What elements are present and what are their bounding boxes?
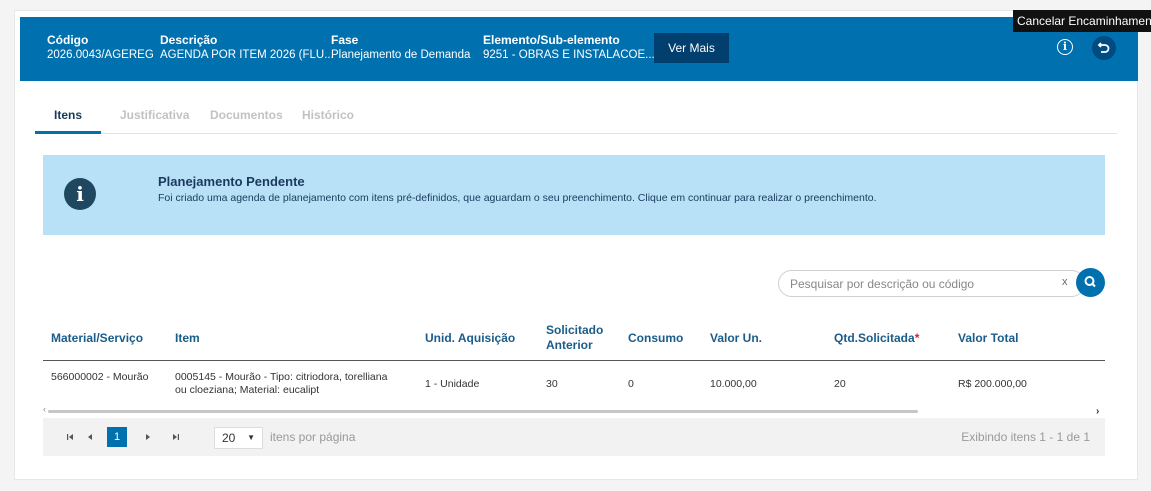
col-unid[interactable]: Unid. Aquisição	[425, 331, 515, 346]
col-valor-total[interactable]: Valor Total	[958, 331, 1018, 346]
col-material[interactable]: Material/Serviço	[51, 331, 143, 346]
page-size-value: 20	[222, 431, 236, 445]
search-box: x	[778, 270, 1085, 297]
col-solicitado-anterior[interactable]: Solicitado Anterior	[546, 323, 616, 353]
qtd-header-label: Qtd.Solicitada	[834, 331, 915, 345]
clear-search-icon[interactable]: x	[1062, 276, 1068, 288]
codigo-field: Código 2026.0043/AGEREG	[47, 33, 154, 63]
page-1-button[interactable]: 1	[107, 427, 127, 447]
per-page-label: itens por página	[270, 430, 356, 444]
elemento-field: Elemento/Sub-elemento 9251 - OBRAS E INS…	[483, 33, 655, 63]
tab-documentos[interactable]: Documentos	[210, 108, 283, 122]
col-valor-un[interactable]: Valor Un.	[710, 331, 762, 346]
fase-value: Planejamento de Demanda	[331, 49, 471, 61]
tab-bar: Itens Justificativa Documentos Histórico	[35, 100, 1117, 134]
cell-item: 0005145 - Mourão - Tipo: citriodora, tor…	[175, 371, 388, 396]
active-tab-indicator	[35, 131, 101, 134]
agenda-header: Código 2026.0043/AGEREG Descrição AGENDA…	[20, 17, 1138, 81]
codigo-value: 2026.0043/AGEREG	[47, 49, 154, 61]
descricao-label: Descrição	[160, 33, 218, 47]
required-marker: *	[914, 331, 920, 345]
cell-material: 566000002 - Mourão	[51, 371, 149, 383]
prev-page-icon	[88, 434, 92, 440]
search-icon	[1084, 276, 1096, 288]
scroll-left-arrow[interactable]: ‹	[43, 404, 46, 414]
descricao-value: AGENDA POR ITEM 2026 (FLU...	[160, 49, 334, 61]
prev-page-button[interactable]	[81, 428, 99, 446]
first-page-button[interactable]	[61, 428, 79, 446]
codigo-label: Código	[47, 33, 89, 47]
pagination-bar: 1 20 ▼ itens por página Exibindo itens 1…	[43, 418, 1105, 456]
cancel-forward-tooltip: Cancelar Encaminhamento	[1013, 10, 1151, 32]
cell-unid: 1 - Unidade	[425, 378, 480, 390]
info-icon[interactable]: i	[1057, 39, 1073, 55]
col-item[interactable]: Item	[175, 331, 200, 346]
page-size-select[interactable]: 20 ▼	[214, 427, 263, 449]
cell-valor-un: 10.000,00	[710, 378, 757, 390]
showing-count: Exibindo itens 1 - 1 de 1	[961, 430, 1090, 444]
fase-field: Fase Planejamento de Demanda	[331, 33, 470, 63]
search-input[interactable]	[790, 275, 1050, 293]
table-header-divider	[43, 360, 1105, 361]
descricao-field: Descrição AGENDA POR ITEM 2026 (FLU...	[160, 33, 334, 63]
fase-label: Fase	[331, 33, 359, 47]
last-page-button[interactable]	[167, 428, 185, 446]
info-circle-icon: i	[64, 178, 96, 210]
cell-qtd[interactable]: 20	[834, 378, 846, 391]
elemento-value: 9251 - OBRAS E INSTALACOE...	[483, 49, 655, 61]
ver-mais-button[interactable]: Ver Mais	[654, 33, 729, 63]
tab-itens[interactable]: Itens	[54, 108, 82, 122]
alert-title: Planejamento Pendente	[158, 174, 305, 189]
horizontal-scrollbar[interactable]	[48, 410, 918, 413]
cell-solicitado: 30	[546, 378, 558, 390]
first-page-icon	[67, 434, 73, 440]
elemento-label: Elemento/Sub-elemento	[483, 33, 620, 47]
col-consumo[interactable]: Consumo	[628, 331, 683, 346]
cancel-forward-icon[interactable]	[1092, 36, 1116, 60]
pending-alert: i Planejamento Pendente Foi criado uma a…	[43, 155, 1105, 235]
alert-message: Foi criado uma agenda de planejamento co…	[158, 192, 877, 204]
search-button[interactable]	[1076, 268, 1105, 297]
col-qtd-solicitada[interactable]: Qtd.Solicitada*	[834, 331, 919, 346]
cell-valor-total: R$ 200.000,00	[958, 378, 1027, 390]
undo-arrow-icon	[1097, 42, 1110, 53]
cell-consumo: 0	[628, 378, 634, 390]
next-page-icon	[146, 434, 150, 440]
scroll-right-arrow[interactable]: ›	[1096, 406, 1099, 417]
next-page-button[interactable]	[139, 428, 157, 446]
tab-justificativa[interactable]: Justificativa	[120, 108, 189, 122]
chevron-down-icon: ▼	[247, 433, 255, 442]
tab-historico[interactable]: Histórico	[302, 108, 354, 122]
last-page-icon	[173, 434, 179, 440]
